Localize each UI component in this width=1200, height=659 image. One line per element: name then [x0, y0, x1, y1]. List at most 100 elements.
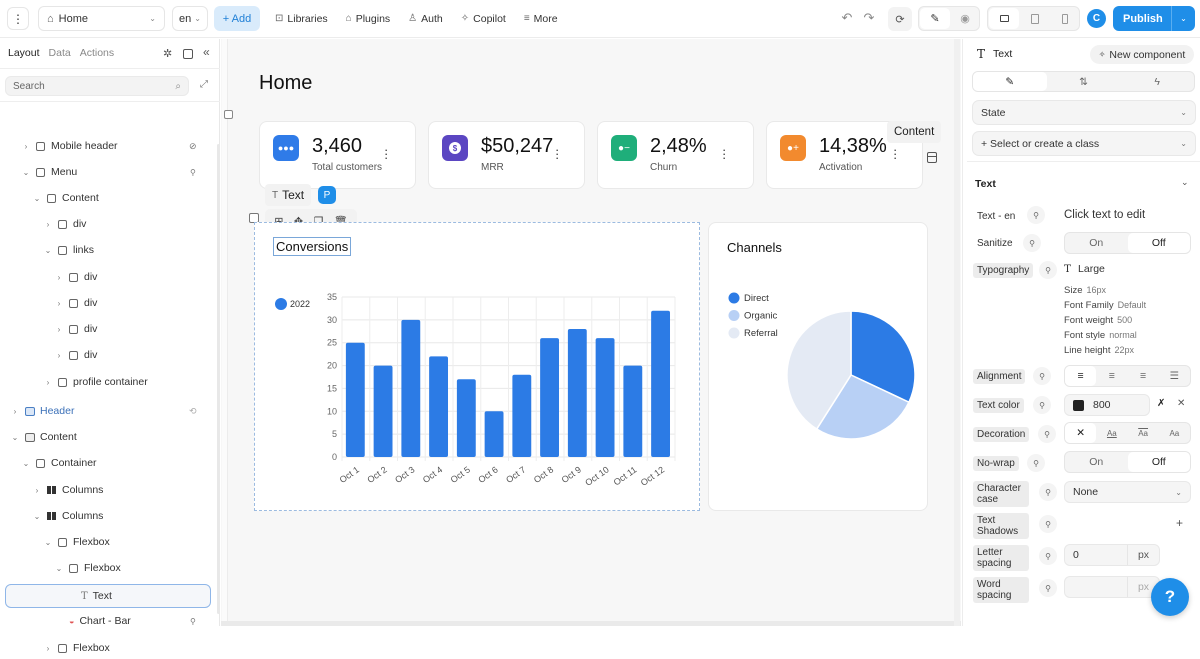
text-value-input[interactable]: Click text to edit: [1064, 209, 1145, 221]
nav-auth[interactable]: ♙ Auth: [399, 6, 452, 31]
nowrap-on[interactable]: On: [1065, 452, 1128, 472]
char-case-select[interactable]: None ⌄: [1064, 481, 1191, 503]
bind-icon[interactable]: ⚲: [1033, 367, 1051, 385]
tree-item[interactable]: › Flexbox: [0, 637, 215, 659]
tablet-view-button[interactable]: [1020, 8, 1050, 29]
chevron-down-icon[interactable]: ⌄: [54, 564, 64, 573]
panel-toggle-icon[interactable]: [183, 49, 193, 59]
tab-data[interactable]: Data: [49, 47, 71, 59]
decoration-none[interactable]: ✕: [1065, 423, 1097, 443]
chevron-down-icon[interactable]: ⌄: [21, 168, 31, 177]
chevron-down-icon[interactable]: ⌄: [32, 512, 42, 521]
class-select[interactable]: + Select or create a class ⌄: [972, 131, 1196, 156]
tree-item[interactable]: ⌄ Content: [0, 426, 215, 448]
eye-off-icon[interactable]: ⊘: [189, 141, 197, 152]
publish-button[interactable]: Publish: [1113, 13, 1168, 25]
nav-plugins[interactable]: ⌂ Plugins: [337, 6, 400, 31]
chevron-right-icon[interactable]: ›: [54, 273, 64, 282]
nav-libraries[interactable]: ⊡ Libraries: [266, 6, 337, 31]
chevron-down-icon[interactable]: ⌄: [10, 433, 20, 442]
kpi-card[interactable]: $ $50,247 MRR · · ·: [428, 121, 585, 189]
word-spacing-input[interactable]: px: [1064, 576, 1160, 598]
tree-item[interactable]: ⌄ Container: [0, 452, 215, 474]
bind-icon[interactable]: ⚲: [1039, 515, 1057, 533]
mobile-view-button[interactable]: [1050, 8, 1080, 29]
conversions-title[interactable]: Conversions: [273, 237, 352, 256]
chevron-down-icon[interactable]: ⌄: [1181, 177, 1189, 188]
decoration-strikethrough[interactable]: Aa: [1159, 423, 1190, 443]
publish-options-button[interactable]: ⌄: [1171, 6, 1195, 31]
tab-actions[interactable]: Actions: [80, 47, 114, 59]
edit-mode-button[interactable]: ✎: [920, 8, 950, 29]
bind-icon[interactable]: ⚲: [1039, 483, 1057, 501]
nav-more[interactable]: ≡ More: [515, 6, 567, 31]
tab-layout[interactable]: Layout: [8, 47, 40, 59]
tree-item[interactable]: ⌄ links: [0, 239, 215, 261]
bind-icon[interactable]: ⚲: [1033, 396, 1051, 414]
tree-item[interactable]: › Header ⟲: [0, 400, 215, 422]
chevron-right-icon[interactable]: ›: [21, 142, 31, 151]
tree-item[interactable]: ⌄ Flexbox: [0, 531, 215, 553]
canvas-h-scrollbar[interactable]: [221, 621, 961, 626]
bind-icon[interactable]: ⚲: [1039, 261, 1057, 279]
chevron-down-icon[interactable]: ⌄: [43, 538, 53, 547]
more-options-icon[interactable]: · · ·: [555, 143, 559, 164]
chevron-right-icon[interactable]: ›: [54, 351, 64, 360]
selection-tag[interactable]: T Text: [265, 184, 312, 206]
tree-item[interactable]: › div: [0, 266, 215, 288]
add-button[interactable]: + Add: [214, 6, 260, 31]
bind-icon[interactable]: ⚲: [1038, 425, 1056, 443]
undo-button[interactable]: ↶: [840, 10, 854, 26]
section-icon[interactable]: [927, 152, 937, 163]
new-component-button[interactable]: ✧ New component: [1090, 45, 1194, 64]
letter-spacing-input[interactable]: 0 px: [1064, 544, 1160, 566]
user-avatar[interactable]: C: [1087, 9, 1106, 28]
align-center-button[interactable]: ≡: [1096, 366, 1127, 386]
more-options-icon[interactable]: · · ·: [384, 143, 388, 164]
chevron-down-icon[interactable]: ⌄: [32, 194, 42, 203]
canvas-v-scrollbar[interactable]: [954, 39, 960, 626]
unlink-icon[interactable]: ✗: [1157, 398, 1165, 409]
layers-scrollbar[interactable]: [217, 144, 220, 614]
tree-item[interactable]: ◒ Chart - Bar ⚲: [0, 610, 215, 632]
bind-icon[interactable]: ⚲: [1027, 454, 1045, 472]
tree-item[interactable]: › div: [0, 213, 215, 235]
language-select[interactable]: en ⌄: [172, 6, 208, 31]
preview-mode-button[interactable]: ◉: [951, 8, 979, 29]
tree-item[interactable]: ⌄ Menu ⚲: [0, 161, 215, 183]
help-chat-button[interactable]: ?: [1151, 578, 1189, 616]
chevron-right-icon[interactable]: ›: [54, 299, 64, 308]
desktop-view-button[interactable]: [989, 8, 1019, 29]
bind-icon[interactable]: ⚲: [1027, 206, 1045, 224]
decoration-underline[interactable]: Aa: [1096, 423, 1127, 443]
redo-button[interactable]: ↷: [862, 10, 876, 26]
more-options-icon[interactable]: · · ·: [722, 143, 726, 164]
tree-item[interactable]: T Text: [5, 584, 211, 608]
tree-item[interactable]: ⌄ Flexbox: [0, 557, 215, 579]
layers-search-input[interactable]: Search ⌕: [5, 76, 189, 96]
bind-icon[interactable]: ⚲: [1039, 579, 1057, 597]
chevron-right-icon[interactable]: ›: [10, 407, 20, 416]
presence-badge[interactable]: P: [318, 186, 336, 204]
nowrap-off[interactable]: Off: [1127, 452, 1190, 472]
add-shadow-icon[interactable]: +: [1176, 516, 1183, 530]
sanitize-on[interactable]: On: [1065, 233, 1128, 253]
tree-item[interactable]: ⌄ Content: [0, 187, 215, 209]
tree-item[interactable]: › profile container: [0, 371, 215, 393]
chevron-down-icon[interactable]: ⌄: [43, 246, 53, 255]
nav-copilot[interactable]: ✧ Copilot: [452, 6, 515, 31]
align-right-button[interactable]: ≡: [1128, 366, 1159, 386]
chevron-right-icon[interactable]: ›: [43, 378, 53, 387]
state-select[interactable]: State ⌄: [972, 100, 1196, 125]
kpi-card[interactable]: ●− 2,48% Churn · · ·: [597, 121, 754, 189]
expand-icon[interactable]: ⤢: [200, 79, 208, 90]
refresh-button[interactable]: ⟳: [888, 7, 912, 31]
decoration-overline[interactable]: Aa: [1128, 423, 1159, 443]
chevron-down-icon[interactable]: ⌄: [21, 459, 31, 468]
chevron-right-icon[interactable]: ›: [54, 325, 64, 334]
kpi-card[interactable]: ●●● 3,460 Total customers · · ·: [259, 121, 416, 189]
canvas-handle[interactable]: [224, 110, 233, 119]
chevron-right-icon[interactable]: ›: [32, 486, 42, 495]
kebab-menu-button[interactable]: ⋮: [7, 7, 29, 30]
tab-interactions[interactable]: ϟ: [1120, 72, 1194, 91]
